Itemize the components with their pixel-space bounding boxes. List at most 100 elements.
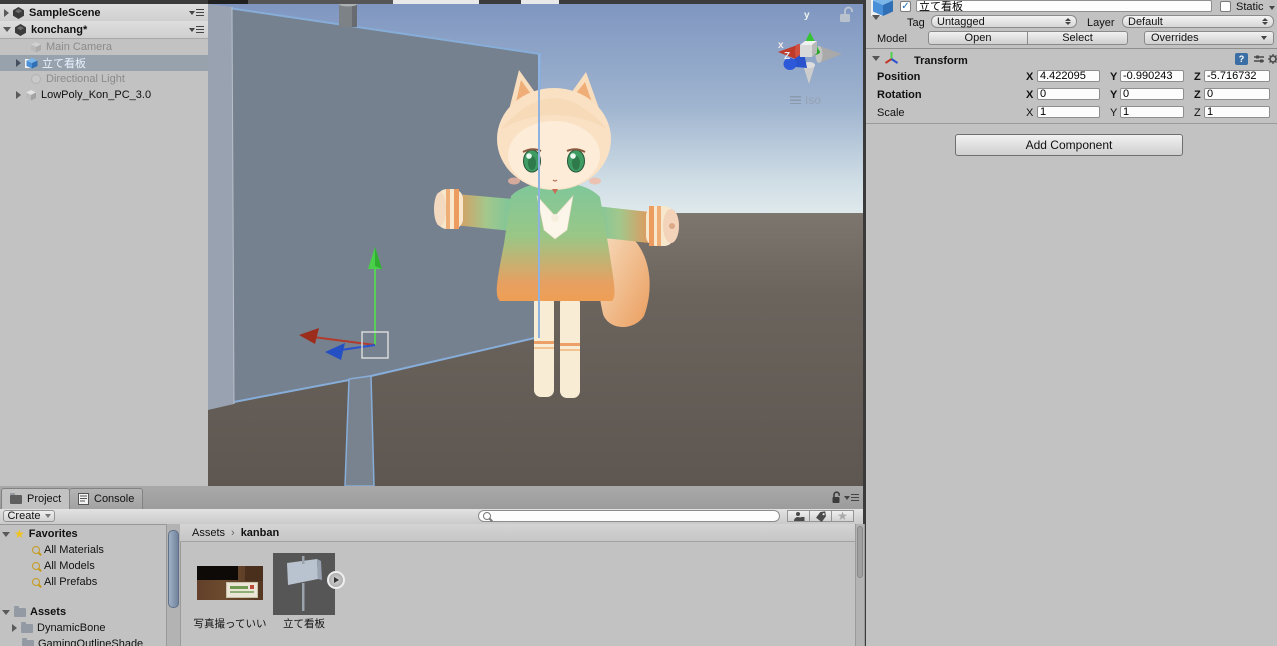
rotation-y-field[interactable] [1120,88,1184,100]
item-label: 立て看板 [42,58,86,70]
transform-fold-icon[interactable] [872,56,880,61]
scale-x-field[interactable] [1037,106,1100,118]
static-dropdown-icon[interactable] [1269,6,1275,10]
position-x-field[interactable] [1037,70,1100,82]
static-checkbox[interactable] [1220,1,1231,12]
overrides-dropdown[interactable]: Overrides [1144,31,1274,45]
hierarchy-item-directional-light[interactable]: Directional Light [0,71,208,87]
static-label: Static [1236,1,1264,13]
gizmo-x-axis-label[interactable]: x [778,40,784,51]
axis-x-label: X [1026,71,1034,83]
projection-toggle[interactable]: Iso [790,93,821,107]
hierarchy-scene-konchang[interactable]: konchang* [0,21,208,39]
files-scrollbar[interactable] [855,524,865,646]
file-label[interactable]: 写真撮っていい [189,616,271,631]
gameobject-name-field[interactable] [916,0,1212,12]
folder-icon [14,605,26,617]
fold-closed-icon[interactable] [12,624,17,632]
hierarchy-panel: SampleScene konchang* Main Camera 立て看板 D… [0,0,209,486]
tag-dropdown[interactable]: Untagged [931,15,1077,28]
dropdown-arrows-icon [1065,18,1071,25]
item-label: LowPoly_Kon_PC_3.0 [41,89,152,101]
header-fold-icon[interactable] [872,15,880,20]
rotation-z-field[interactable] [1204,88,1270,100]
axis-y-label: Y [1110,71,1118,83]
favorites-filter-button[interactable]: ★ [831,510,854,522]
dropdown-arrow-icon [44,514,51,518]
model-label: Model [877,33,907,45]
search-by-type-icon [793,511,804,521]
favorite-all-prefabs[interactable]: All Prefabs [32,574,97,590]
scene-context-menu-icon[interactable] [189,9,204,16]
folder-gamingoutlineshade[interactable]: GamingOutlineShade [22,636,143,646]
scale-y-field[interactable] [1120,106,1184,118]
panel-menu-icon[interactable] [844,494,859,501]
breadcrumb-root[interactable]: Assets [192,527,225,539]
favorite-all-materials[interactable]: All Materials [32,542,104,558]
file-texture-thumbnail[interactable] [197,566,263,600]
tree-scrollbar-thumb[interactable] [168,530,179,608]
assets-root[interactable]: Assets [2,604,66,620]
hierarchy-item-tatekanban[interactable]: 立て看板 [0,55,208,71]
fold-closed-icon[interactable] [16,91,21,99]
transform-tool-icon [884,52,899,64]
dropdown-arrow-icon [1261,36,1267,40]
console-tab-icon [78,493,89,505]
files-scrollbar-thumb[interactable] [857,526,863,578]
tree-scrollbar[interactable] [166,524,181,646]
help-icon[interactable]: ? [1235,53,1248,65]
model-select-button[interactable]: Select [1027,31,1128,45]
tag-value: Untagged [937,15,985,28]
file-label[interactable]: 立て看板 [277,616,331,631]
create-button[interactable]: Create [3,510,55,522]
folder-dynamicbone[interactable]: DynamicBone [12,620,105,636]
gizmo-z-axis-label[interactable]: Z [784,51,790,62]
component-title: Transform [914,55,968,67]
favorites-root[interactable]: ★ Favorites [2,526,78,542]
unity-scene-icon [15,24,26,36]
unity-editor-window: SampleScene konchang* Main Camera 立て看板 D… [0,0,1277,646]
fold-closed-icon[interactable] [4,8,9,17]
folder-icon [22,637,34,646]
active-checkbox[interactable]: ✓ [900,1,911,12]
search-by-type-button[interactable] [787,510,810,522]
scene-name: konchang* [31,23,88,36]
inspector-panel: ✓ Static Tag Untagged Layer Default Mode… [866,0,1277,646]
presets-icon[interactable] [1253,53,1265,65]
folder-icon [21,621,33,633]
gizmo-y-axis-label[interactable]: y [804,10,810,21]
fold-open-icon[interactable] [3,27,11,32]
scene-name: SampleScene [29,6,101,19]
prefab-expand-badge[interactable] [327,571,345,589]
add-component-button[interactable]: Add Component [955,134,1183,156]
breadcrumb-current[interactable]: kanban [241,527,280,539]
position-z-field[interactable] [1204,70,1270,82]
tab-project[interactable]: Project [1,488,71,509]
hierarchy-item-lowpoly-kon[interactable]: LowPoly_Kon_PC_3.0 [0,87,208,103]
layer-value: Default [1128,15,1163,28]
fold-open-icon[interactable] [2,609,10,615]
fold-closed-icon[interactable] [16,59,21,67]
model-open-button[interactable]: Open [928,31,1028,45]
layer-dropdown[interactable]: Default [1122,15,1274,28]
item-label: Directional Light [46,73,125,85]
rotation-x-field[interactable] [1037,88,1100,100]
scale-z-field[interactable] [1204,106,1270,118]
file-prefab-thumbnail[interactable] [273,553,335,615]
fold-open-icon[interactable] [2,531,10,537]
projection-label: Iso [805,93,822,107]
panel-lock-icon[interactable] [830,491,842,504]
axis-y-label: Y [1110,89,1118,101]
tab-console[interactable]: Console [69,488,144,509]
hierarchy-scene-sample[interactable]: SampleScene [0,4,208,22]
scene-context-menu-icon[interactable] [189,26,204,33]
position-y-field[interactable] [1120,70,1184,82]
search-input[interactable] [491,510,775,522]
search-bar[interactable] [478,510,780,522]
hierarchy-item-main-camera[interactable]: Main Camera [0,39,208,55]
favorites-title: Favorites [28,528,78,540]
search-by-label-button[interactable] [809,510,832,522]
scene-viewport[interactable]: y x Z Iso [208,0,863,486]
favorite-all-models[interactable]: All Models [32,558,95,574]
gear-icon[interactable] [1267,53,1277,65]
